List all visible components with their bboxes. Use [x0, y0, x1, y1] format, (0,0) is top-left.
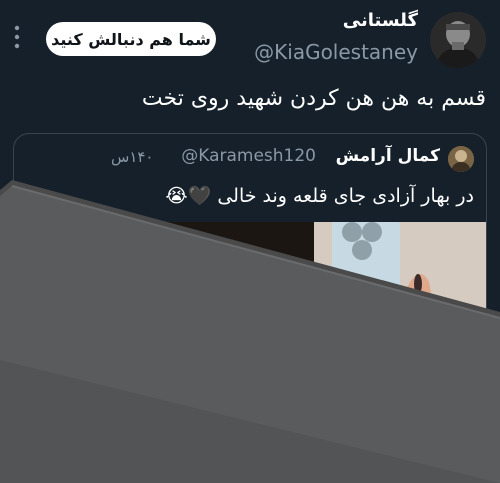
author-name[interactable]: گلستانی [343, 10, 418, 31]
tweet-text: قسم به هن هن کردن شهید روی تخت [141, 86, 486, 111]
quoted-author-name[interactable]: کمال آرامش [336, 146, 440, 166]
follow-button[interactable]: شما هم دنبالش کنید [46, 22, 216, 56]
quoted-tweet-media[interactable] [14, 222, 486, 483]
profile-photo-icon [448, 146, 474, 172]
tweet-header: گلستانی @KiaGolestaney شما هم دنبالش کنی… [0, 0, 500, 80]
quoted-author-handle[interactable]: @Karamesh120 [181, 146, 316, 166]
quoted-tweet-text: در بهار آزادی جای قلعه وند خالی 🖤😭 [165, 185, 474, 207]
selfie-photo [14, 222, 486, 483]
more-vertical-icon[interactable] [12, 24, 22, 50]
profile-photo-icon [430, 12, 486, 68]
quoted-tweet-time: ۱۴۰س [111, 148, 154, 166]
quoted-tweet-card[interactable]: کمال آرامش @Karamesh120 ۱۴۰س در بهار آزا… [13, 133, 487, 483]
quoted-author-avatar[interactable] [448, 146, 474, 172]
author-handle[interactable]: @KiaGolestaney [254, 40, 418, 64]
author-avatar[interactable] [430, 12, 486, 68]
